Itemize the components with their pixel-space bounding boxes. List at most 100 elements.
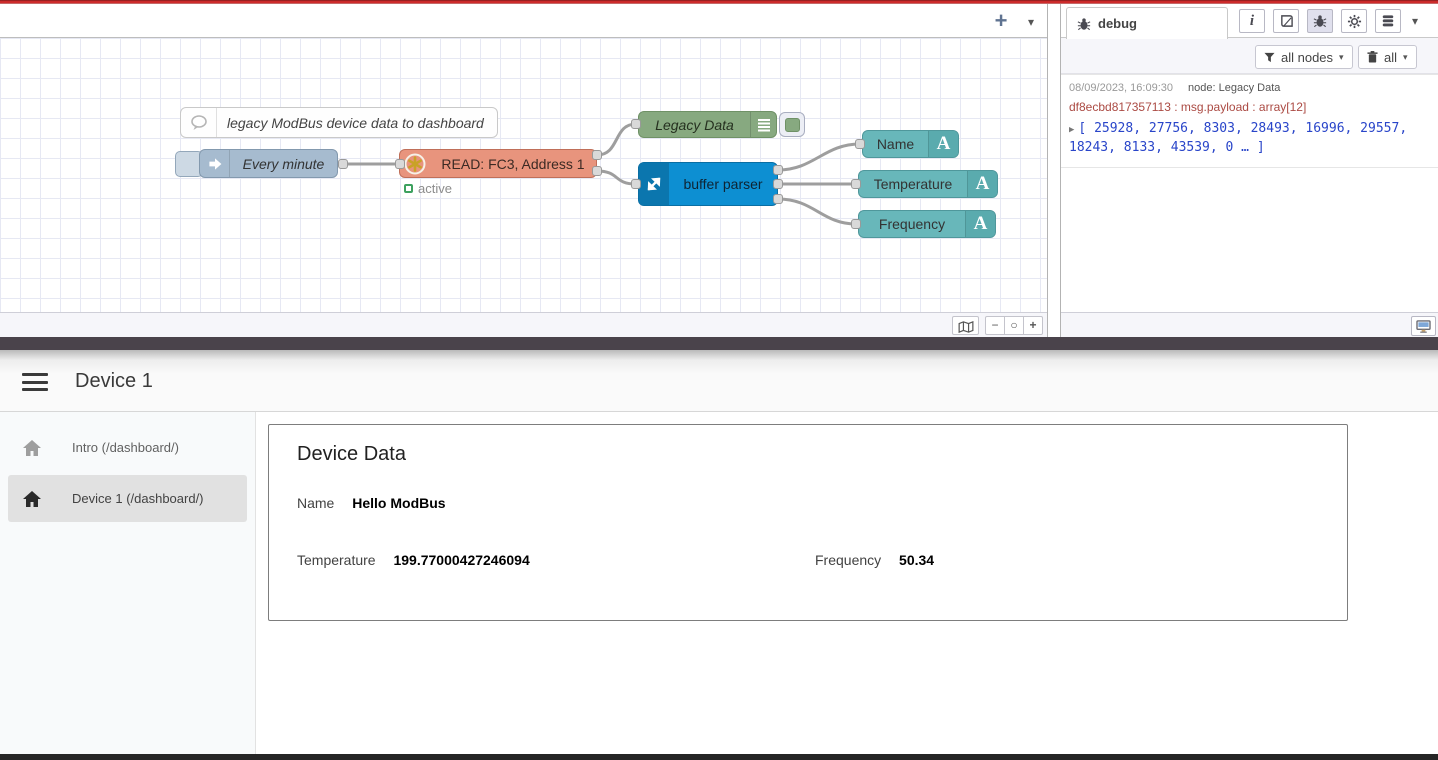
ui-text-label: Name (863, 131, 928, 157)
config-gear-button[interactable] (1341, 9, 1367, 33)
debug-message[interactable]: 08/09/2023, 16:09:30 node: Legacy Data d… (1061, 74, 1438, 168)
ui-text-label: Frequency (859, 211, 965, 237)
book-icon (1279, 14, 1294, 28)
sidebar-item-device-1[interactable]: Device 1 (/dashboard/) (8, 475, 247, 522)
info-tab-button[interactable]: i (1239, 9, 1265, 33)
modbus-read-node[interactable]: READ: FC3, Address 1 (399, 149, 597, 178)
device-data-card: Device Data Name Hello ModBus Temperatur… (268, 424, 1348, 621)
debug-enable-toggle[interactable] (779, 112, 805, 137)
debug-message-list[interactable]: 08/09/2023, 16:09:30 node: Legacy Data d… (1061, 74, 1438, 312)
modbus-label: READ: FC3, Address 1 (430, 150, 596, 177)
inject-node[interactable]: Every minute (199, 149, 338, 178)
sidebar-menu-caret-icon[interactable]: ▾ (1412, 14, 1418, 28)
trash-icon (1367, 51, 1378, 63)
debug-tab-button[interactable] (1307, 9, 1333, 33)
field-label: Name (297, 495, 334, 511)
add-flow-button[interactable]: + (988, 8, 1014, 34)
home-icon (22, 439, 42, 457)
context-data-button[interactable] (1375, 9, 1401, 33)
port-parser-out2[interactable] (773, 179, 783, 189)
filter-nodes-button[interactable]: all nodes ▾ (1255, 45, 1353, 69)
window-bottom-edge (0, 754, 1438, 760)
payload-line1: [ 25928, 27756, 8303, 28493, 16996, 2955… (1078, 121, 1407, 136)
field-label: Temperature (297, 552, 376, 568)
port-parser-in[interactable] (631, 179, 641, 189)
page-title: Device 1 (75, 370, 153, 393)
port-modbus-out2[interactable] (592, 166, 602, 176)
message-meta: 08/09/2023, 16:09:30 node: Legacy Data (1069, 82, 1431, 94)
clear-messages-button[interactable]: all ▾ (1358, 45, 1417, 69)
port-frequency-in[interactable] (851, 219, 861, 229)
bug-icon (1077, 17, 1091, 31)
comment-label: legacy ModBus device data to dashboard (217, 108, 497, 137)
zoom-in-button[interactable]: + (1023, 316, 1043, 335)
node-red-editor: + ▾ (0, 0, 1438, 337)
port-legacy-in[interactable] (631, 119, 641, 129)
port-temperature-in[interactable] (851, 179, 861, 189)
expand-arrows-icon (639, 163, 669, 205)
text-format-icon: A (967, 171, 997, 197)
sidebar-item-label: Intro (/dashboard/) (72, 440, 179, 455)
port-parser-out3[interactable] (773, 194, 783, 204)
ui-text-label: Temperature (859, 171, 967, 197)
editor-footer: − ○ + (0, 312, 1047, 337)
home-icon (22, 490, 42, 508)
field-value: 50.34 (899, 552, 934, 568)
field-value: Hello ModBus (352, 495, 445, 511)
dashboard-body: Intro (/dashboard/) Device 1 (/dashboard… (0, 412, 1438, 754)
sidebar-item-intro[interactable]: Intro (/dashboard/) (8, 424, 247, 471)
port-modbus-out1[interactable] (592, 150, 602, 160)
flow-workspace[interactable]: + ▾ (0, 4, 1048, 337)
caret-down-icon: ▾ (1403, 52, 1408, 63)
navigator-map-icon[interactable] (952, 316, 979, 335)
sidebar-tabbar: debug i (1061, 4, 1438, 38)
info-icon: i (1250, 13, 1254, 30)
caret-down-icon: ▾ (1339, 52, 1344, 63)
open-dashboard-button[interactable] (1411, 316, 1436, 336)
sidebar-footer (1061, 312, 1438, 337)
flow-list-caret-icon[interactable]: ▾ (1022, 13, 1040, 31)
ui-text-node-name[interactable]: Name A (862, 130, 959, 158)
dashboard-sidebar: Intro (/dashboard/) Device 1 (/dashboard… (0, 412, 256, 754)
tab-debug-label: debug (1098, 16, 1137, 31)
inject-label: Every minute (230, 150, 337, 177)
port-name-in[interactable] (855, 139, 865, 149)
zoom-out-button[interactable]: − (985, 316, 1005, 335)
port-parser-out1[interactable] (773, 165, 783, 175)
filter-funnel-icon (1264, 52, 1275, 63)
comment-node[interactable]: legacy ModBus device data to dashboard (180, 107, 498, 138)
debug-sidebar: debug i (1060, 4, 1438, 337)
buffer-parser-node[interactable]: buffer parser (638, 162, 778, 206)
menu-hamburger-icon[interactable] (22, 373, 48, 391)
flow-nodes-layer: legacy ModBus device data to dashboard E… (0, 4, 1047, 341)
debug-toggle-indicator (785, 118, 800, 132)
port-modbus-in[interactable] (395, 159, 405, 169)
field-temperature: Temperature 199.77000427246094 (297, 552, 530, 568)
message-path: df8ecbd817357113 : msg.payload : array[1… (1069, 100, 1431, 114)
port-inject-out[interactable] (338, 159, 348, 169)
monitor-icon (1416, 320, 1431, 333)
ui-text-node-frequency[interactable]: Frequency A (858, 210, 996, 238)
database-icon (1381, 14, 1395, 28)
inject-arrow-icon (200, 150, 230, 177)
flow-tabbar: + ▾ (0, 4, 1047, 38)
tab-debug[interactable]: debug (1066, 7, 1228, 39)
debug-node-legacy-data[interactable]: Legacy Data (638, 111, 777, 138)
comment-bubble-icon (181, 108, 217, 137)
zoom-reset-button[interactable]: ○ (1004, 316, 1024, 335)
debug-node-label: Legacy Data (639, 112, 750, 137)
dashboard: Device 1 Intro (/dashboard/) Device 1 (/… (0, 350, 1438, 754)
text-format-icon: A (928, 131, 958, 157)
payload-line2: 18243, 8133, 43539, 0 … ] (1069, 140, 1265, 155)
debug-filter-row: all nodes ▾ all ▾ (1061, 38, 1438, 74)
sidebar-item-label: Device 1 (/dashboard/) (72, 491, 204, 506)
status-active-icon (404, 184, 413, 193)
message-timestamp: 08/09/2023, 16:09:30 (1069, 82, 1173, 94)
ui-text-node-temperature[interactable]: Temperature A (858, 170, 998, 198)
expand-caret-icon[interactable]: ▶ (1069, 125, 1074, 135)
field-value: 199.77000427246094 (393, 552, 529, 568)
help-book-button[interactable] (1273, 9, 1299, 33)
clear-label: all (1384, 50, 1397, 65)
filter-label: all nodes (1281, 50, 1333, 65)
gear-icon (1347, 14, 1362, 29)
